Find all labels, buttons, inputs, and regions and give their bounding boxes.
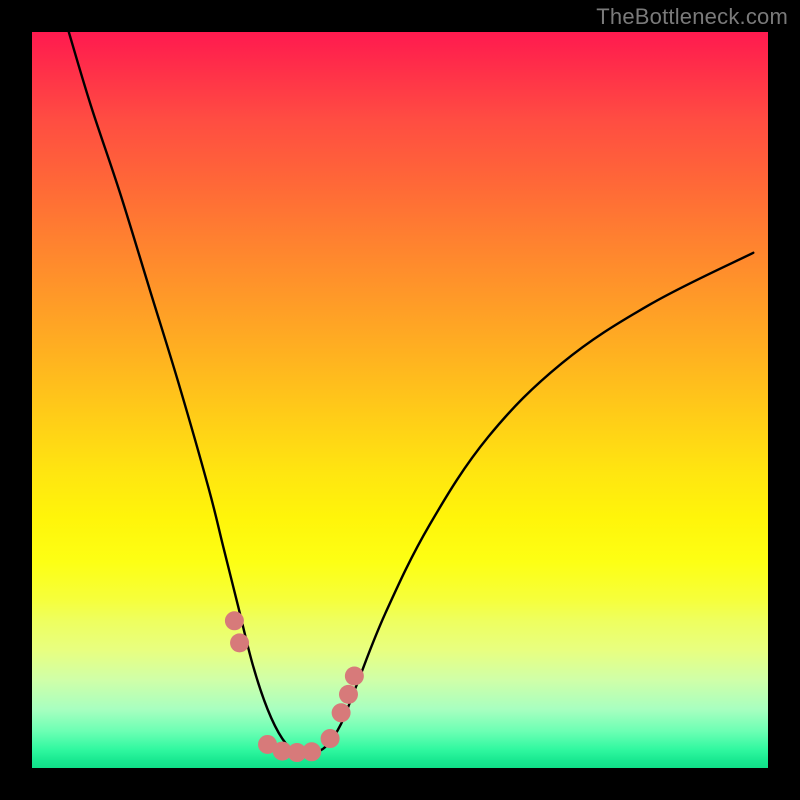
marker-point	[321, 729, 340, 748]
chart-svg	[32, 32, 768, 768]
bottleneck-curve	[69, 32, 753, 755]
marker-point	[302, 742, 321, 761]
marker-point	[230, 633, 249, 652]
marker-point	[345, 667, 364, 686]
plot-area	[32, 32, 768, 768]
marker-point	[339, 685, 358, 704]
attribution-text: TheBottleneck.com	[596, 4, 788, 30]
marker-point	[225, 611, 244, 630]
marker-point	[332, 703, 351, 722]
